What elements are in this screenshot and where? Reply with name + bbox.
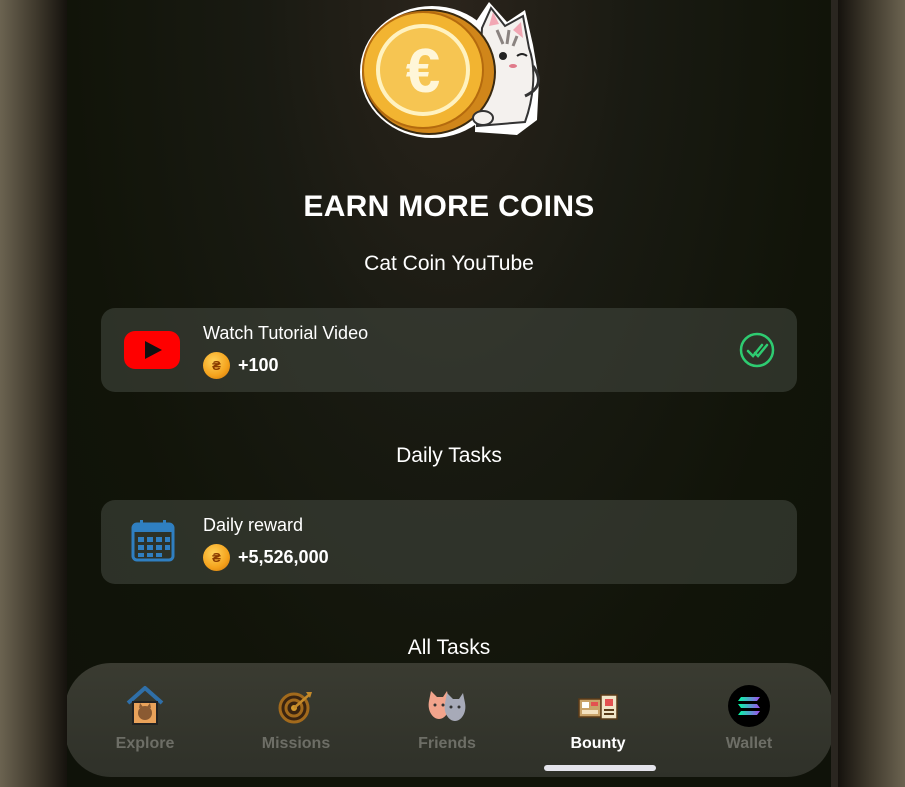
nav-label: Wallet bbox=[725, 735, 773, 752]
cat-coin-icon: ₴ bbox=[203, 351, 230, 379]
nav-label: Friends bbox=[418, 735, 476, 752]
app-container: € EARN MORE COINS Cat Coin YouTube Watch… bbox=[67, 0, 831, 787]
nav-label: Missions bbox=[261, 735, 331, 752]
section-title-daily: Daily Tasks bbox=[396, 444, 502, 467]
cat-coin-logo-icon: € bbox=[360, 2, 540, 138]
nav-label: Bounty bbox=[570, 735, 626, 752]
nav-item-bounty[interactable]: Bounty bbox=[528, 663, 668, 777]
nav-item-missions[interactable]: Missions bbox=[226, 663, 366, 777]
right-backdrop bbox=[838, 0, 905, 787]
bottom-nav: Explore Missions Friends Bounty Wallet bbox=[67, 663, 831, 777]
calendar-icon bbox=[131, 520, 175, 562]
target-icon bbox=[274, 684, 318, 728]
task-card-daily-reward[interactable]: Daily reward ₴ +5,526,000 bbox=[101, 500, 797, 584]
cat-house-icon bbox=[123, 684, 167, 728]
double-check-icon bbox=[739, 332, 775, 368]
task-name: Watch Tutorial Video bbox=[203, 323, 369, 343]
reward-amount: +100 bbox=[238, 354, 279, 375]
task-name: Daily reward bbox=[203, 515, 304, 535]
reward-amount: +5,526,000 bbox=[238, 546, 329, 567]
cat-coin-icon: ₴ bbox=[203, 543, 230, 571]
task-card-youtube[interactable]: Watch Tutorial Video ₴ +100 bbox=[101, 308, 797, 392]
left-backdrop bbox=[0, 0, 67, 787]
bounty-board-icon bbox=[576, 684, 620, 728]
nav-label: Explore bbox=[115, 735, 175, 752]
solana-icon bbox=[727, 684, 771, 728]
nav-item-wallet[interactable]: Wallet bbox=[679, 663, 819, 777]
home-indicator bbox=[544, 765, 656, 771]
task-reward: ₴ +100 bbox=[203, 351, 279, 379]
section-title-all-tasks: All Tasks bbox=[407, 636, 491, 659]
svg-text:€: € bbox=[406, 37, 440, 106]
cats-friends-icon bbox=[425, 684, 469, 728]
section-title-youtube: Cat Coin YouTube bbox=[364, 252, 534, 275]
task-reward: ₴ +5,526,000 bbox=[203, 543, 329, 571]
nav-item-friends[interactable]: Friends bbox=[377, 663, 517, 777]
page-title: EARN MORE COINS bbox=[303, 190, 595, 223]
nav-item-explore[interactable]: Explore bbox=[75, 663, 215, 777]
youtube-icon bbox=[124, 331, 180, 369]
